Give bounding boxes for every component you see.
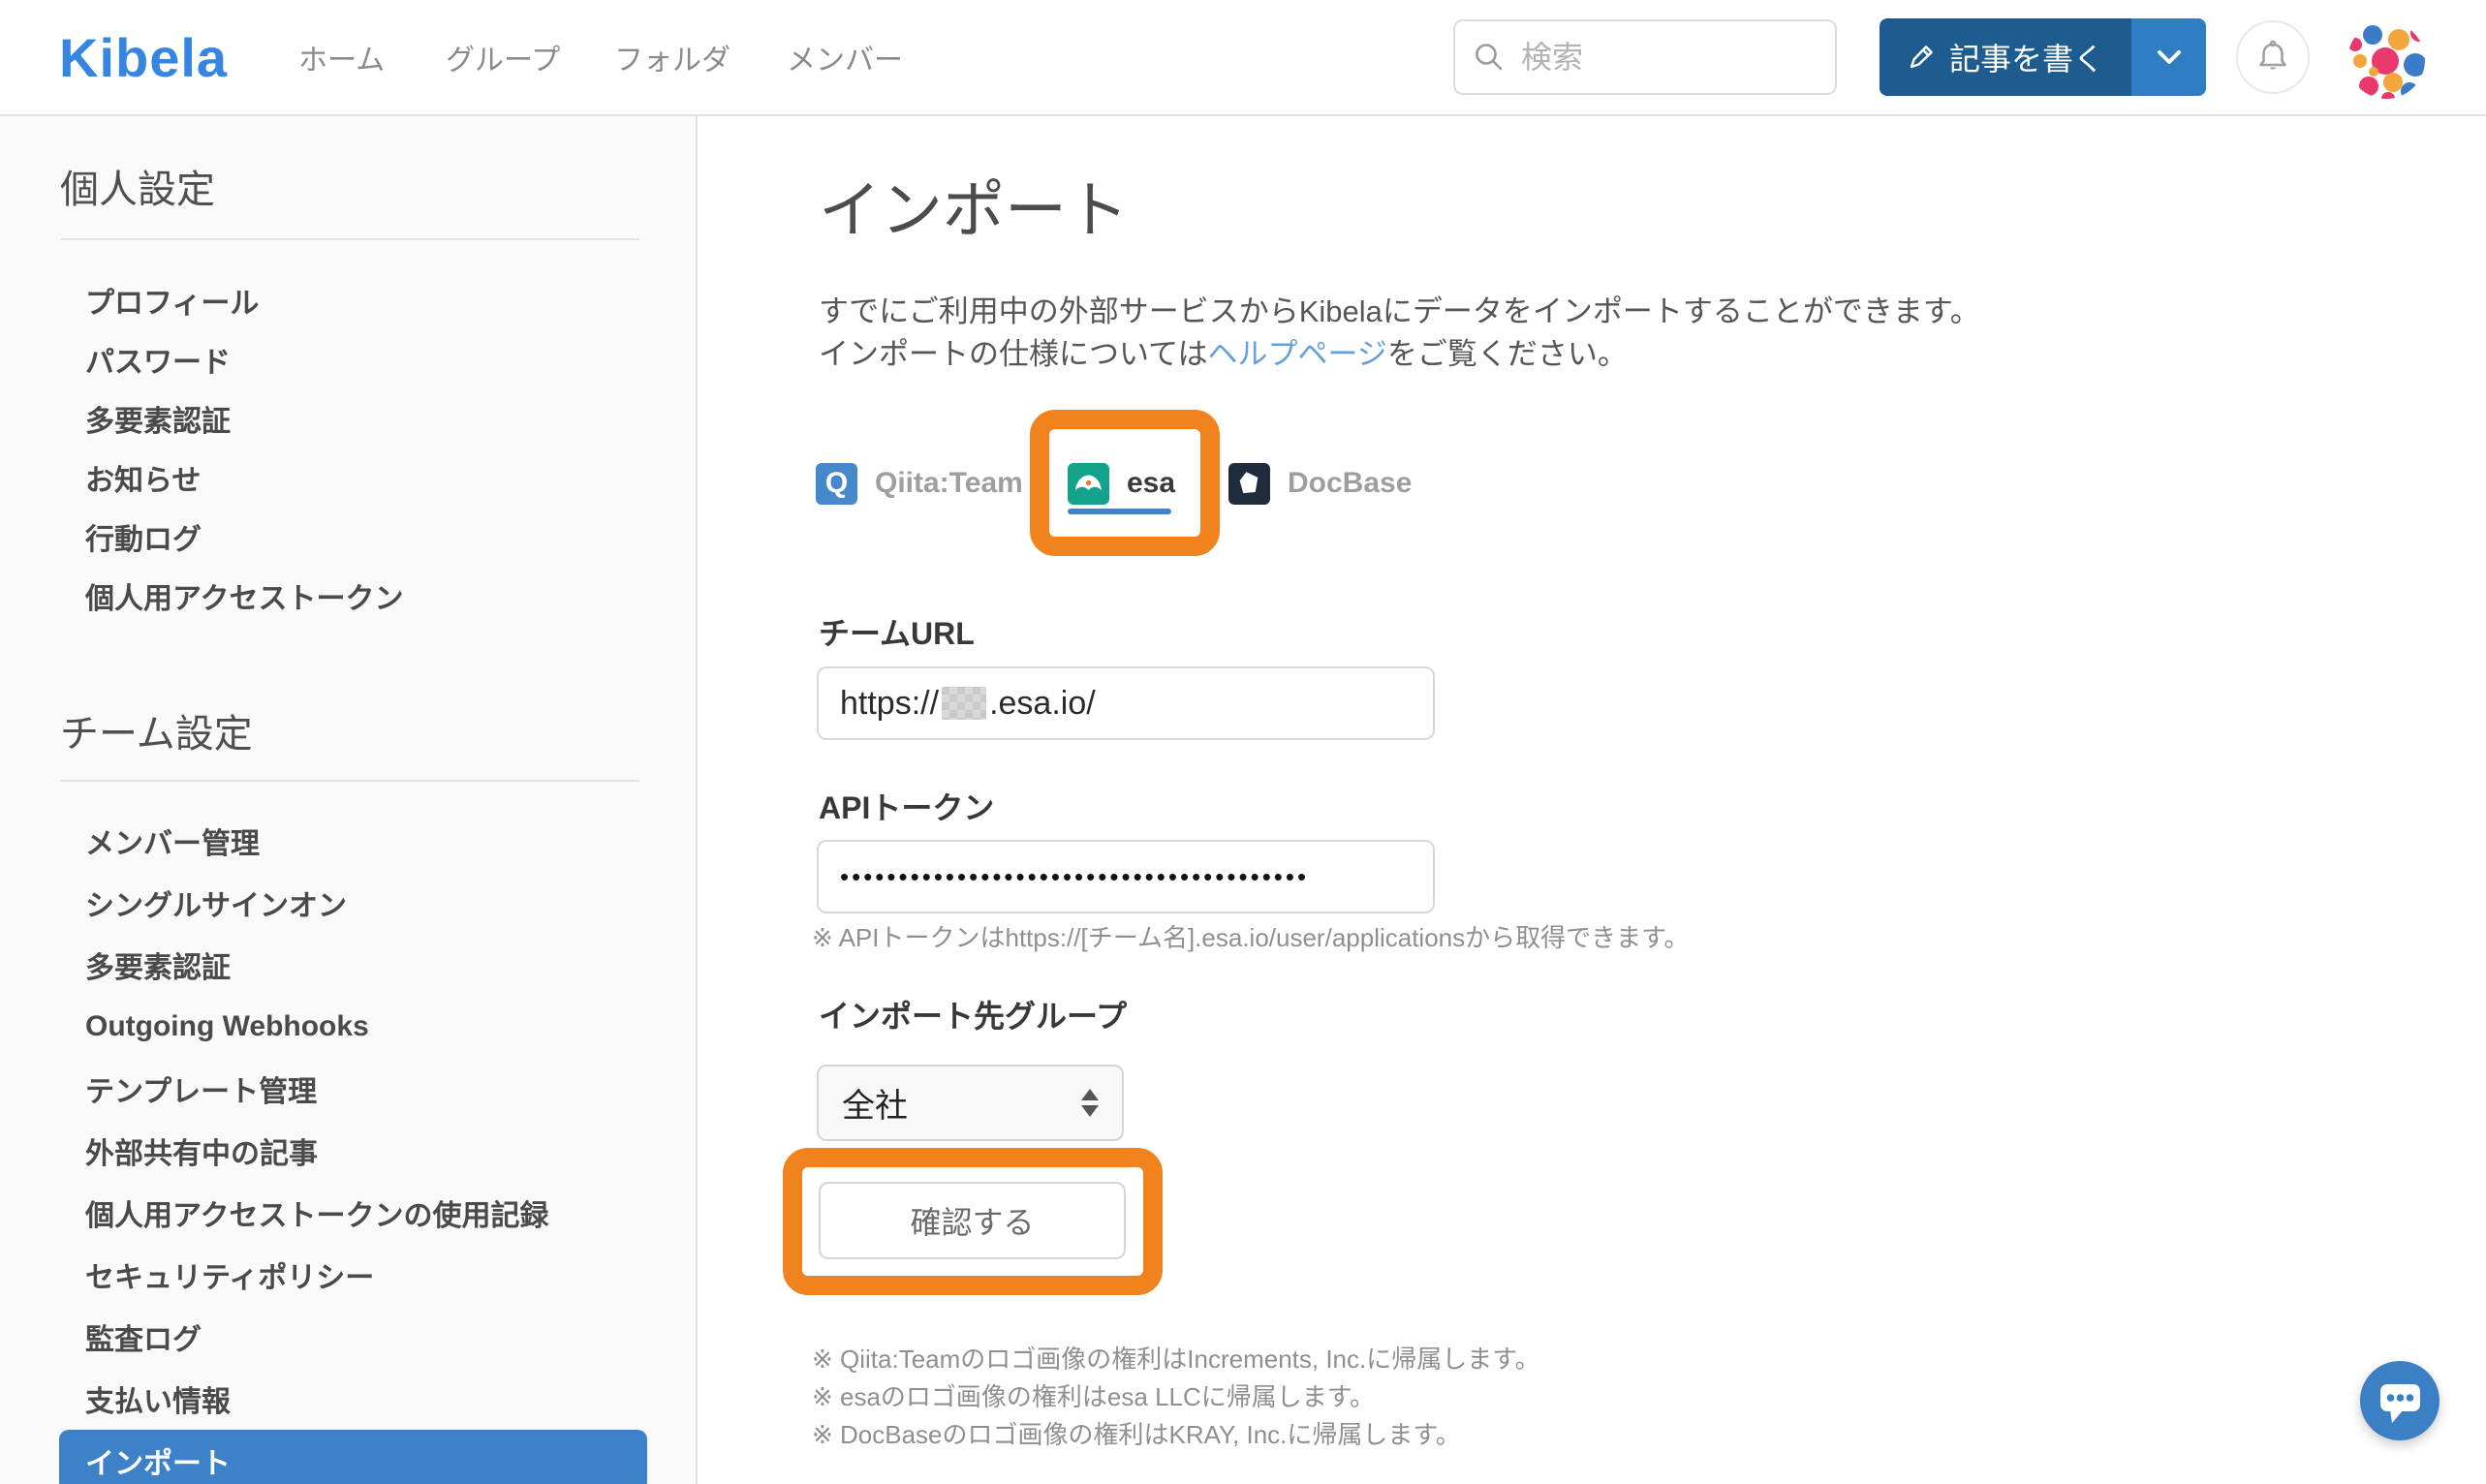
sidebar-item-import-active[interactable]: インポート (59, 1430, 647, 1484)
tab-qiita-team-label: Qiita:Team (875, 467, 1023, 499)
write-article-dropdown-button[interactable] (2131, 18, 2206, 96)
note-esa: ※ esaのロゴ画像の権利はesa LLCに帰属します。 (812, 1382, 1376, 1411)
kibela-import-settings-page: Kibela ホーム グループ フォルダ メンバー 記事を書く (0, 0, 2486, 1484)
sidebar-item-member-management[interactable]: メンバー管理 (59, 810, 647, 872)
help-page-link[interactable]: ヘルプページ (1207, 337, 1386, 371)
sidebar-item-mfa-personal[interactable]: 多要素認証 (59, 388, 647, 448)
sidebar-item-pat-usage-history[interactable]: 個人用アクセストークンの使用記録 (59, 1182, 647, 1244)
kibela-logo[interactable]: Kibela (59, 0, 228, 114)
nav-item-folders[interactable]: フォルダ (614, 0, 730, 114)
tab-docbase-label: DocBase (1288, 467, 1413, 499)
qiita-team-logo-icon: Q (816, 462, 857, 505)
tab-esa[interactable]: esa (1068, 462, 1175, 505)
note-qiita: ※ Qiita:Teamのロゴ画像の権利はIncrements, Inc.に帰属… (812, 1345, 1540, 1374)
sidebar-item-template-management[interactable]: テンプレート管理 (59, 1058, 647, 1120)
nav-item-members[interactable]: メンバー (787, 0, 903, 114)
search-input[interactable] (1519, 38, 1814, 77)
page-title: インポート (819, 175, 1129, 245)
sidebar-item-password[interactable]: パスワード (59, 329, 647, 388)
bell-icon (2253, 37, 2293, 77)
notifications-button[interactable] (2236, 20, 2310, 94)
api-token-note: ※ APIトークンはhttps://[チーム名].esa.io/user/app… (812, 923, 1690, 952)
team-url-input[interactable]: https://.esa.io/ (817, 666, 1435, 740)
api-token-label: APIトークン (819, 790, 995, 825)
masked-api-token: •••••••••••••••••••••••••••••••••••••••• (840, 861, 1310, 891)
import-group-selected-value: 全社 (842, 1088, 908, 1125)
team-url-label: チームURL (819, 616, 975, 651)
sidebar-section-team-title: チーム設定 (60, 713, 253, 756)
settings-sidebar: 個人設定 プロフィール パスワード 多要素認証 お知らせ 行動ログ 個人用アクセ… (0, 116, 698, 1484)
avatar-dots-pattern (2347, 21, 2425, 99)
sidebar-item-personal-access-token[interactable]: 個人用アクセストークン (59, 566, 647, 625)
tab-docbase[interactable]: DocBase (1228, 462, 1412, 505)
write-article-label: 記事を書く (1948, 42, 2104, 77)
sidebar-item-outgoing-webhooks[interactable]: Outgoing Webhooks (59, 996, 647, 1058)
intro-line1: すでにご利用中の外部サービスからKibelaにデータをインポートすることができま… (819, 294, 1980, 328)
sidebar-team-list: メンバー管理 シングルサインオン 多要素認証 Outgoing Webhooks… (59, 810, 647, 1484)
sidebar-item-audit-log[interactable]: 監査ログ (59, 1306, 647, 1368)
confirm-button[interactable]: 確認する (819, 1182, 1126, 1259)
sidebar-item-notifications[interactable]: お知らせ (59, 448, 647, 507)
user-avatar[interactable] (2347, 21, 2425, 99)
nav-item-home[interactable]: ホーム (298, 0, 385, 114)
censored-team-name (942, 687, 987, 720)
search-icon (1473, 41, 1506, 74)
support-chat-button[interactable] (2360, 1361, 2439, 1440)
sidebar-item-security-policy[interactable]: セキュリティポリシー (59, 1244, 647, 1306)
chevron-down-icon (2157, 49, 2182, 65)
logo-rights-notes: ※ Qiita:Teamのロゴ画像の権利はIncrements, Inc.に帰属… (812, 1341, 1540, 1454)
write-article-split-button: 記事を書く (1880, 18, 2206, 96)
sidebar-item-billing-info[interactable]: 支払い情報 (59, 1368, 647, 1430)
select-spinner-icon (1081, 1089, 1099, 1117)
import-group-label: インポート先グループ (819, 999, 1128, 1034)
sidebar-divider (60, 780, 639, 782)
sidebar-personal-list: プロフィール パスワード 多要素認証 お知らせ 行動ログ 個人用アクセストークン (59, 270, 647, 625)
tab-esa-label: esa (1127, 467, 1176, 499)
intro-line2: インポートの仕様についてはヘルプページをご覧ください。 (819, 337, 1628, 371)
sidebar-item-mfa-team[interactable]: 多要素認証 (59, 934, 647, 996)
import-group-select[interactable]: 全社 (817, 1065, 1124, 1141)
chat-bubble-icon (2360, 1361, 2439, 1440)
intro-text: すでにご利用中の外部サービスからKibelaにデータをインポートすることができま… (819, 291, 1980, 376)
sidebar-item-activity-log[interactable]: 行動ログ (59, 507, 647, 566)
api-token-input[interactable]: •••••••••••••••••••••••••••••••••••••••• (817, 840, 1435, 913)
search-box[interactable] (1453, 19, 1837, 95)
docbase-logo-icon (1228, 462, 1270, 505)
write-article-button[interactable]: 記事を書く (1880, 18, 2131, 96)
sidebar-item-single-sign-on[interactable]: シングルサインオン (59, 872, 647, 934)
sidebar-item-profile[interactable]: プロフィール (59, 270, 647, 329)
pencil-icon (1907, 43, 1936, 72)
sidebar-item-externally-shared-articles[interactable]: 外部共有中の記事 (59, 1120, 647, 1182)
sidebar-divider (60, 238, 639, 240)
nav-item-groups[interactable]: グループ (446, 0, 560, 114)
top-navbar: Kibela ホーム グループ フォルダ メンバー 記事を書く (0, 0, 2486, 116)
note-docbase: ※ DocBaseのロゴ画像の権利はKRAY, Inc.に帰属します。 (812, 1420, 1461, 1449)
esa-logo-icon (1068, 462, 1109, 505)
tab-qiita-team[interactable]: Q Qiita:Team (816, 462, 1023, 505)
active-tab-underline (1068, 509, 1171, 514)
sidebar-section-personal-title: 個人設定 (60, 169, 215, 211)
